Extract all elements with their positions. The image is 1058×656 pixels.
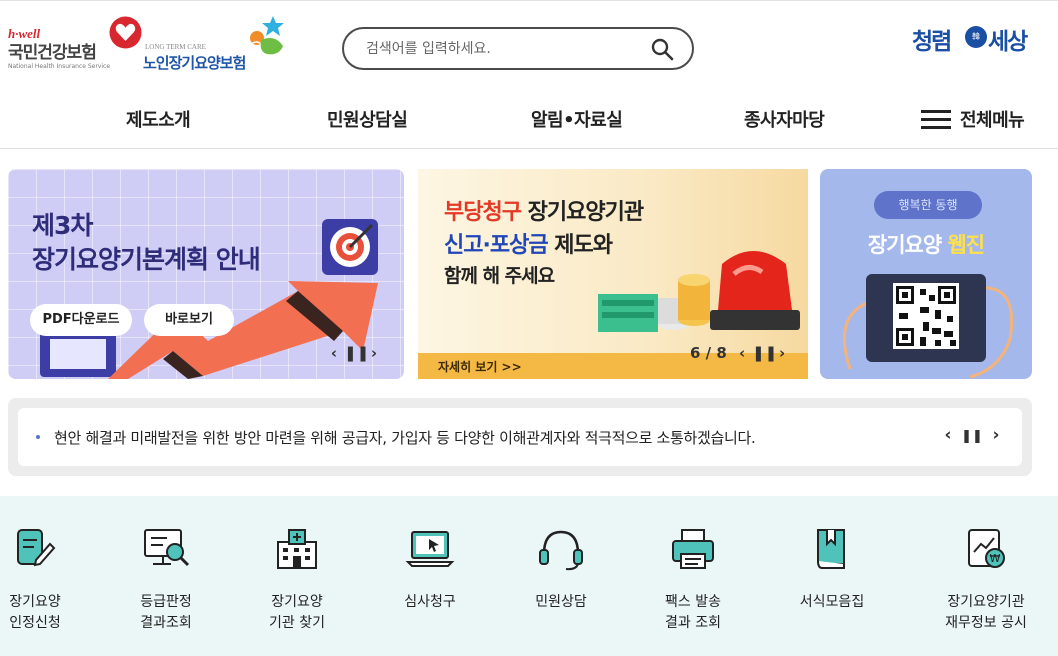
pdf-download-button[interactable]: PDF다운로드 bbox=[30, 304, 132, 336]
all-menu-button[interactable]: 전체메뉴 bbox=[960, 106, 1025, 132]
quick-item-forms[interactable]: 서식모음집 bbox=[767, 496, 897, 656]
qr-code-icon[interactable] bbox=[893, 283, 959, 349]
quick-item-label: 팩스 발송 결과 조회 bbox=[665, 594, 721, 631]
banner-ltc-plan-title: 제3차 장기요양기본계획 안내 bbox=[32, 209, 261, 277]
notice-text[interactable]: 현안 해결과 미래발전을 위한 방안 마련을 위해 공급자, 가입자 등 다양한… bbox=[54, 427, 756, 448]
clean-logo-part1: 청렴 bbox=[912, 29, 952, 55]
target-icon bbox=[322, 219, 378, 275]
quick-item-label: 장기요양 기관 찾기 bbox=[269, 594, 325, 631]
top-border bbox=[0, 0, 1058, 3]
view-now-button[interactable]: 바로보기 bbox=[144, 304, 234, 336]
headset-icon bbox=[539, 530, 583, 571]
nhis-logo-name: 국민건강보험 bbox=[8, 43, 97, 63]
quick-item-label: 장기요양 인정신청 bbox=[9, 594, 61, 631]
fax-printer-icon bbox=[672, 529, 714, 569]
banner-center-line2: 신고·포상금 제도와 bbox=[444, 227, 613, 259]
heart-logo-icon bbox=[109, 16, 142, 49]
clean-world-logo[interactable]: 청렴 韓 세상 bbox=[912, 18, 1037, 58]
notice-bar: 현안 해결과 미래발전을 위한 방안 마련을 위해 공급자, 가입자 등 다양한… bbox=[8, 398, 1032, 476]
quick-menu: 장기요양 인정신청 등급판정 결과조회 장기요양 기관 찾기 심사청구 민원상담… bbox=[0, 496, 1058, 656]
prev-arrow-icon[interactable]: ‹ bbox=[324, 344, 344, 362]
quick-item-finance-disclosure[interactable]: ₩ 장기요양기관 재무정보 공시 bbox=[921, 496, 1051, 656]
banner-center-blue-text: 신고·포상금 bbox=[444, 233, 549, 258]
quick-item-label: 심사청구 bbox=[404, 594, 456, 610]
quick-item-label: 장기요양기관 재무정보 공시 bbox=[945, 594, 1027, 631]
banner-center-line3: 함께 해 주세요 bbox=[444, 265, 555, 287]
prev-arrow-icon[interactable]: ‹ bbox=[732, 344, 752, 362]
search-box[interactable] bbox=[342, 27, 694, 70]
banner-center-controls: 6 / 8 ‹ ❚❚ › bbox=[690, 344, 792, 362]
laptop-cursor-icon bbox=[405, 531, 455, 567]
clean-logo-part2: 세상 bbox=[988, 29, 1028, 55]
search-input[interactable] bbox=[366, 38, 636, 60]
banner-center-red-text: 부당청구 bbox=[444, 200, 522, 225]
pause-icon[interactable]: ❚❚ bbox=[344, 344, 369, 362]
search-icon[interactable] bbox=[650, 37, 674, 61]
nav-item-notice[interactable]: 알림•자료실 bbox=[531, 106, 623, 132]
hamburger-icon[interactable] bbox=[921, 110, 951, 130]
quick-item-label: 민원상담 bbox=[535, 594, 587, 610]
banner-report-reward[interactable]: 부당청구 장기요양기관 신고·포상금 제도와 함께 해 주세요 자세히 보기 >… bbox=[418, 169, 808, 379]
nav-item-worker[interactable]: 종사자마당 bbox=[744, 106, 825, 132]
next-arrow-icon[interactable]: › bbox=[772, 344, 792, 362]
nhis-logo[interactable]: h·well 국민건강보험 National Health Insurance … bbox=[8, 16, 143, 76]
more-link[interactable]: 자세히 보기 >> bbox=[438, 358, 522, 375]
main-nav: 제도소개 민원상담실 알림•자료실 종사자마당 전체메뉴 bbox=[0, 94, 1058, 149]
quick-item-application[interactable]: 장기요양 인정신청 bbox=[0, 496, 100, 656]
monitor-search-icon bbox=[144, 529, 190, 567]
banner-left-controls: ‹ ❚❚ › bbox=[324, 344, 384, 362]
bullet-icon bbox=[36, 435, 40, 439]
banner-center-line1-rest: 장기요양기관 bbox=[520, 200, 644, 225]
ltc-logo-name-en: LONG TERM CARE bbox=[145, 43, 206, 51]
ltc-mark-icon bbox=[250, 16, 284, 55]
nav-item-system[interactable]: 제도소개 bbox=[126, 106, 191, 132]
next-arrow-icon[interactable]: › bbox=[364, 344, 384, 362]
ltc-logo-name: 노인장기요양보험 bbox=[143, 54, 246, 72]
webzine-tag: 행복한 동행 bbox=[874, 191, 982, 219]
siren-coins-graphic bbox=[598, 251, 800, 332]
hospital-building-icon bbox=[277, 529, 317, 569]
pause-icon[interactable]: ❚❚ bbox=[752, 344, 777, 362]
prev-arrow-icon[interactable]: ‹ bbox=[936, 425, 960, 445]
nav-item-civil[interactable]: 민원상담실 bbox=[327, 106, 408, 132]
ltc-logo[interactable]: LONG TERM CARE 노인장기요양보험 bbox=[143, 16, 293, 76]
quick-item-find-facility[interactable]: 장기요양 기관 찾기 bbox=[232, 496, 362, 656]
pause-icon[interactable]: ❚❚ bbox=[960, 429, 984, 444]
banner-title-line2: 장기요양기본계획 안내 bbox=[32, 245, 261, 274]
quick-item-fax-result[interactable]: 팩스 발송 결과 조회 bbox=[628, 496, 758, 656]
nhis-logo-name-en: National Health Insurance Service bbox=[8, 63, 111, 70]
page-indicator: 6 / 8 bbox=[690, 344, 727, 362]
quick-item-label: 서식모음집 bbox=[799, 594, 865, 610]
banner-center-line1: 부당청구 장기요양기관 bbox=[444, 194, 644, 226]
quick-item-review-claim[interactable]: 심사청구 bbox=[365, 496, 495, 656]
next-arrow-icon[interactable]: › bbox=[984, 425, 1008, 445]
application-pen-icon bbox=[17, 529, 56, 567]
quick-item-consult[interactable]: 민원상담 bbox=[496, 496, 626, 656]
book-icon bbox=[817, 529, 845, 569]
finance-chart-icon: ₩ bbox=[968, 529, 1005, 568]
clean-logo-badge: 韓 bbox=[965, 26, 987, 48]
quick-item-grade-result[interactable]: 등급판정 결과조회 bbox=[101, 496, 231, 656]
svg-text:₩: ₩ bbox=[990, 552, 1001, 565]
banner-webzine[interactable]: 행복한 동행 장기요양 웹진 bbox=[820, 169, 1032, 379]
notice-inner: 현안 해결과 미래발전을 위한 방안 마련을 위해 공급자, 가입자 등 다양한… bbox=[18, 408, 1022, 466]
banner-ltc-plan[interactable]: 제3차 장기요양기본계획 안내 PDF다운로드 바로보기 ‹ ❚❚ › bbox=[8, 169, 404, 379]
notice-controls: ‹ ❚❚ › bbox=[936, 425, 1008, 445]
banner-title-line1: 제3차 bbox=[32, 211, 93, 240]
quick-item-label: 등급판정 결과조회 bbox=[140, 594, 192, 631]
